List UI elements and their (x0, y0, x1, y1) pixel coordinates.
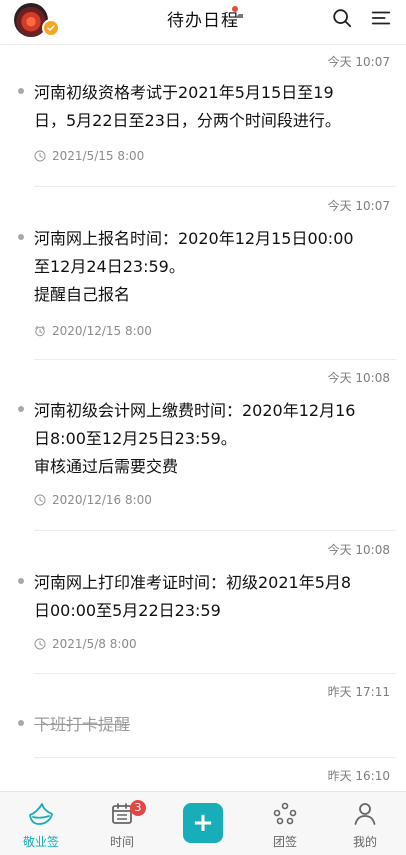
top-bar: 待办日程 (0, 0, 406, 45)
list-item[interactable]: 今天 10:08 河南网上打印准考证时间：初级2021年5月8 日00:00至5… (0, 531, 406, 674)
add-button[interactable]: + (183, 803, 223, 843)
notification-dot (232, 6, 238, 12)
list-bullet (18, 406, 24, 412)
list-item[interactable]: 今天 10:08 河南初级会计网上缴费时间：2020年12月16 日8:00至1… (0, 359, 406, 531)
entry-meta: 2021/5/8 8:00 (34, 637, 137, 651)
app-root: 待办日程 今天 10:07 河南初级资格考试于2021年5月15日至19 日，5… (0, 0, 406, 855)
user-icon (354, 803, 376, 825)
entry-text[interactable]: 河南初级资格考试于2021年5月15日至19 日，5月22日至23日，分两个时间… (34, 79, 382, 135)
tab-label: 团签 (272, 835, 297, 849)
bottom-tab-bar: 敬业签 时间 3 + 团签 我的 (0, 791, 406, 855)
list-bullet (18, 88, 24, 94)
dropdown-caret-icon (235, 14, 243, 18)
entry-meta: 2020/12/16 8:00 (34, 493, 152, 507)
list-item[interactable]: 昨天 16:10 (0, 757, 406, 791)
list-item[interactable]: 今天 10:07 河南网上报名时间：2020年12月15日00:00 至12月2… (0, 187, 406, 360)
timestamp: 今天 10:07 (327, 55, 390, 69)
tab-label: 敬业签 (22, 835, 59, 849)
timestamp: 昨天 16:10 (327, 769, 390, 783)
list-bullet (18, 234, 24, 240)
clock-icon (34, 150, 46, 162)
entry-date: 2020/12/15 8:00 (52, 324, 152, 338)
search-icon (333, 9, 352, 28)
alarm-icon (35, 325, 45, 337)
entry-meta: 2020/12/15 8:00 (34, 324, 152, 338)
count-badge: 3 (130, 800, 146, 816)
clock-icon (34, 638, 46, 650)
tab-label: 我的 (352, 835, 377, 849)
menu-button[interactable] (369, 6, 393, 30)
tab-label: 时间 (109, 835, 134, 849)
entry-text[interactable]: 河南网上报名时间：2020年12月15日00:00 至12月24日23:59。 … (34, 225, 382, 309)
clock-icon (34, 494, 46, 506)
plus-icon: + (192, 808, 214, 838)
entry-date: 2021/5/8 8:00 (52, 637, 137, 651)
search-button[interactable] (330, 6, 354, 30)
list-item[interactable]: 昨天 17:11 下班打卡提醒 (0, 673, 406, 758)
tab-jingyeqian[interactable]: 敬业签 (11, 799, 71, 851)
sign-icon (29, 803, 53, 825)
team-icon (273, 802, 297, 825)
tab-mine[interactable]: 我的 (335, 799, 395, 851)
entry-meta: 2021/5/15 8:00 (34, 149, 144, 163)
tab-team[interactable]: 团签 (255, 799, 315, 851)
entry-text[interactable]: 河南网上打印准考证时间：初级2021年5月8 日00:00至5月22日23:59 (34, 569, 382, 625)
timestamp: 昨天 17:11 (327, 685, 390, 699)
tab-time[interactable]: 时间 3 (92, 799, 152, 851)
entry-text[interactable]: 河南初级会计网上缴费时间：2020年12月16 日8:00至12月25日23:5… (34, 397, 382, 481)
list-item[interactable]: 今天 10:07 河南初级资格考试于2021年5月15日至19 日，5月22日至… (0, 45, 406, 190)
entry-date: 2021/5/15 8:00 (52, 149, 145, 163)
entry-date: 2020/12/16 8:00 (52, 493, 152, 507)
menu-icon (371, 11, 391, 25)
timestamp: 今天 10:07 (327, 199, 390, 213)
list-bullet (18, 578, 24, 584)
entry-text[interactable]: 下班打卡提醒 (34, 711, 382, 739)
list-bullet (18, 720, 24, 726)
timestamp: 今天 10:08 (327, 371, 390, 385)
timestamp: 今天 10:08 (327, 543, 390, 557)
schedule-list[interactable]: 今天 10:07 河南初级资格考试于2021年5月15日至19 日，5月22日至… (0, 45, 406, 791)
